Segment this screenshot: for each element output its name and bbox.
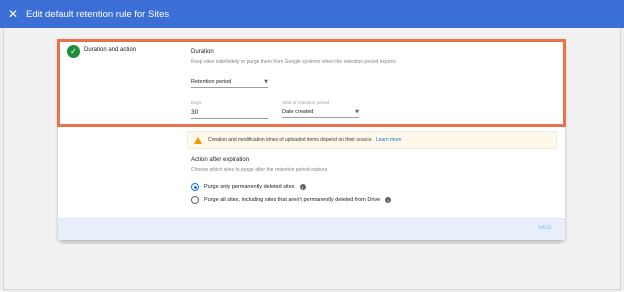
duration-mode-value: Retention period bbox=[191, 79, 232, 85]
page-title: Edit default retention rule for Sites bbox=[26, 8, 170, 20]
step-label: Duration and action bbox=[84, 47, 137, 53]
start-label: Start of retention period bbox=[282, 100, 330, 105]
close-button[interactable]: ✕ bbox=[0, 0, 26, 28]
duration-mode-select[interactable]: Retention period ▼ bbox=[191, 79, 268, 88]
action-description: Choose which sites to purge after the re… bbox=[191, 167, 328, 173]
duration-description: Keep sites indefinitely or purge them fr… bbox=[191, 59, 396, 65]
app-header: ✕ Edit default retention rule for Sites bbox=[0, 0, 624, 28]
notice-text: Creation and modification times of uploa… bbox=[208, 137, 373, 143]
start-select[interactable]: Date created ▼ bbox=[282, 109, 359, 118]
radio-button[interactable] bbox=[191, 183, 199, 191]
radio-button[interactable] bbox=[191, 196, 199, 204]
warning-icon bbox=[194, 136, 202, 144]
info-icon[interactable]: i bbox=[299, 184, 306, 190]
card-footer: SAVE bbox=[58, 218, 565, 240]
notice-banner: Creation and modification times of uploa… bbox=[187, 131, 557, 149]
learn-more-link[interactable]: Learn more bbox=[376, 137, 402, 143]
save-button[interactable]: SAVE bbox=[538, 225, 552, 231]
radio-option-all-sites[interactable]: Purge all sites, including sites that ar… bbox=[191, 196, 392, 204]
chevron-down-icon: ▼ bbox=[355, 109, 359, 115]
card-stack-edge bbox=[62, 240, 561, 244]
radio-option-deleted-only[interactable]: Purge only permanently deleted sites i bbox=[191, 183, 306, 191]
action-title: Action after expiration bbox=[191, 157, 250, 163]
radio-label: Purge all sites, including sites that ar… bbox=[204, 197, 381, 203]
info-icon[interactable]: i bbox=[385, 197, 392, 203]
chevron-down-icon: ▼ bbox=[264, 79, 268, 85]
close-icon: ✕ bbox=[7, 7, 19, 21]
radio-label: Purge only permanently deleted sites bbox=[204, 184, 295, 190]
duration-title: Duration bbox=[191, 49, 214, 55]
days-input[interactable]: 30 bbox=[191, 109, 268, 119]
check-icon: ✓ bbox=[67, 45, 80, 58]
start-value: Date created bbox=[282, 109, 314, 115]
days-label: Days bbox=[191, 100, 202, 105]
